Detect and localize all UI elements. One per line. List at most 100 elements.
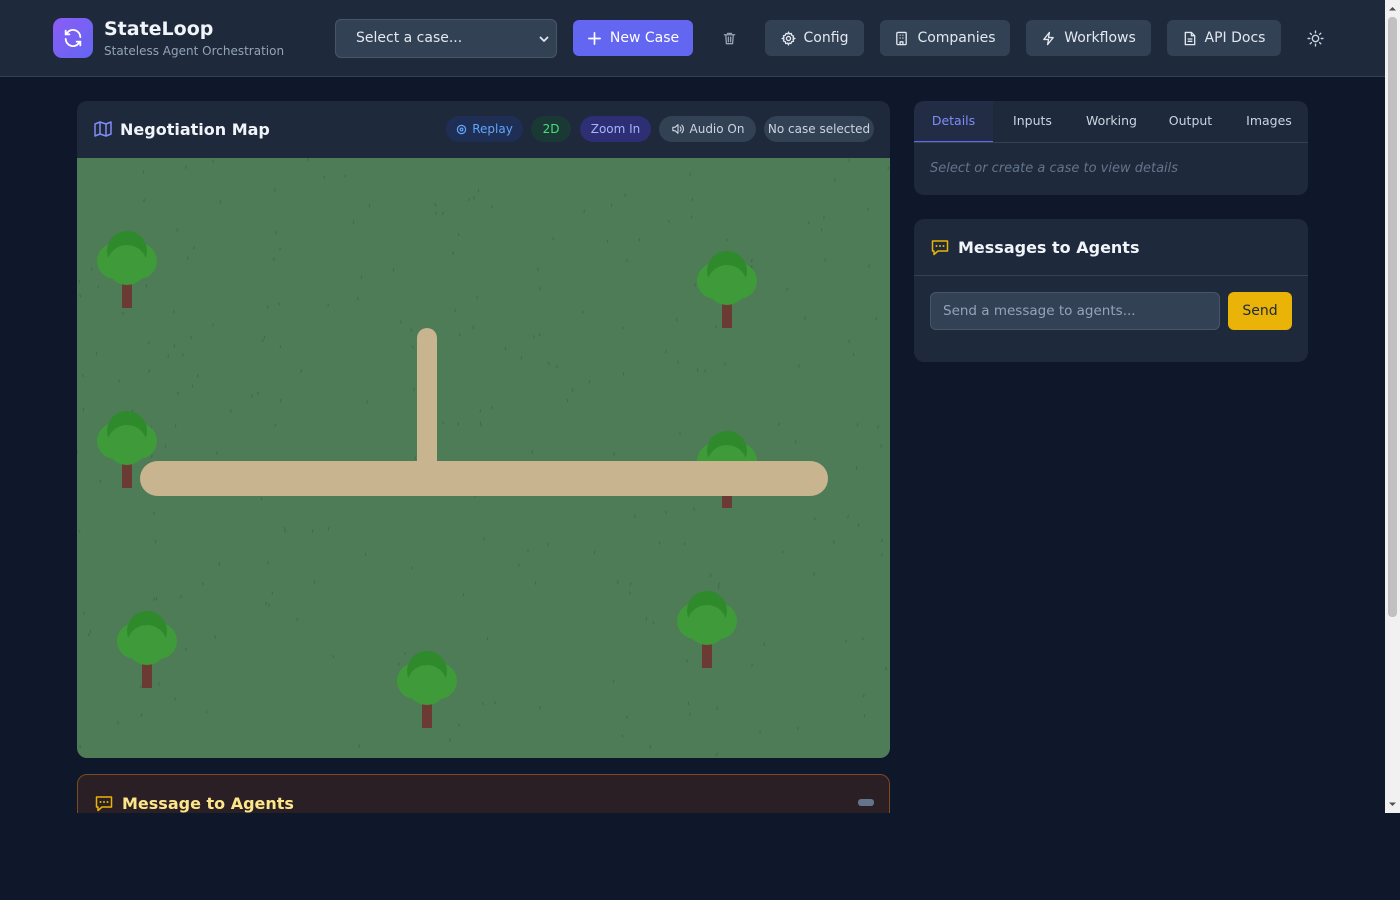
grass-tuft bbox=[179, 594, 182, 599]
grass-tuft bbox=[881, 553, 883, 557]
grass-tuft bbox=[479, 421, 482, 425]
scrollbar-thumb[interactable] bbox=[1388, 17, 1397, 617]
replay-button[interactable]: Replay bbox=[446, 116, 523, 142]
grass-tuft bbox=[571, 388, 574, 392]
tab-details[interactable]: Details bbox=[914, 101, 993, 143]
path-horizontal bbox=[140, 461, 828, 496]
grass-tuft bbox=[833, 178, 836, 182]
grass-tuft bbox=[117, 721, 120, 725]
grass-tuft bbox=[140, 713, 143, 717]
details-empty-state: Select or create a case to view details bbox=[930, 161, 1179, 176]
grass-tuft bbox=[435, 211, 438, 215]
grass-tuft bbox=[143, 198, 145, 203]
grass-tuft bbox=[751, 663, 753, 668]
collapse-toggle[interactable] bbox=[858, 799, 874, 806]
audio-toggle[interactable]: Audio On bbox=[659, 116, 756, 142]
send-button[interactable]: Send bbox=[1228, 292, 1292, 330]
plus-icon bbox=[587, 31, 601, 45]
grass-tuft bbox=[538, 333, 541, 337]
companies-label: Companies bbox=[917, 30, 996, 46]
grass-tuft bbox=[624, 193, 627, 198]
zoom-in-button[interactable]: Zoom In bbox=[580, 116, 651, 142]
grass-tuft bbox=[472, 325, 475, 329]
page-scrollbar[interactable] bbox=[1385, 0, 1400, 813]
message-to-agents-panel: Message to Agents bbox=[77, 774, 890, 813]
tab-output[interactable]: Output bbox=[1151, 101, 1230, 143]
grass-tuft bbox=[616, 580, 619, 584]
theme-toggle-button[interactable] bbox=[1305, 28, 1325, 48]
grass-tuft bbox=[675, 317, 678, 322]
grass-tuft bbox=[279, 344, 282, 349]
negotiation-map-card: Negotiation Map Replay 2D Zoom In Audio … bbox=[77, 101, 890, 758]
scroll-down-icon[interactable] bbox=[1388, 800, 1397, 809]
view-mode-toggle[interactable]: 2D bbox=[531, 116, 571, 142]
target-icon bbox=[456, 124, 467, 134]
message-panel-title: Message to Agents bbox=[122, 794, 294, 813]
grass-tuft bbox=[621, 734, 624, 738]
case-select[interactable]: Select a case... bbox=[335, 19, 557, 58]
grass-tuft bbox=[504, 346, 507, 351]
grass-tuft bbox=[87, 632, 90, 637]
grass-tuft bbox=[848, 340, 851, 344]
grass-tuft bbox=[358, 744, 361, 748]
map-canvas[interactable] bbox=[77, 157, 890, 758]
grass-tuft bbox=[153, 597, 155, 601]
tab-working[interactable]: Working bbox=[1072, 101, 1151, 143]
grass-tuft bbox=[710, 573, 712, 577]
messages-title: Messages to Agents bbox=[958, 238, 1140, 257]
messages-to-agents-card: Messages to Agents Send bbox=[914, 219, 1308, 362]
grass-tuft bbox=[863, 713, 866, 718]
workflows-label: Workflows bbox=[1064, 30, 1136, 46]
grass-tuft bbox=[606, 239, 609, 243]
grass-tuft bbox=[613, 452, 615, 456]
grass-tuft bbox=[79, 294, 82, 298]
api-docs-button[interactable]: API Docs bbox=[1167, 20, 1281, 56]
tree bbox=[697, 251, 757, 328]
grass-tuft bbox=[212, 159, 215, 163]
trash-icon bbox=[723, 32, 735, 44]
workflows-button[interactable]: Workflows bbox=[1026, 20, 1151, 56]
grass-tuft bbox=[454, 308, 457, 312]
grass-tuft bbox=[633, 514, 636, 519]
grass-tuft bbox=[566, 398, 569, 403]
grass-tuft bbox=[847, 515, 849, 519]
grass-tuft bbox=[284, 529, 287, 533]
grass-tuft bbox=[457, 232, 460, 237]
companies-button[interactable]: Companies bbox=[880, 20, 1010, 56]
message-input[interactable] bbox=[930, 292, 1220, 330]
case-status-label: No case selected bbox=[767, 122, 871, 136]
new-case-button[interactable]: New Case bbox=[573, 20, 693, 56]
grass-tuft bbox=[434, 203, 437, 207]
speaker-icon bbox=[671, 124, 684, 134]
api-docs-label: API Docs bbox=[1204, 30, 1266, 46]
grass-tuft bbox=[693, 507, 695, 511]
grass-tuft bbox=[786, 287, 789, 292]
scroll-up-icon[interactable] bbox=[1388, 4, 1397, 13]
sun-icon bbox=[1306, 29, 1324, 47]
grass-tuft bbox=[531, 450, 534, 454]
grass-tuft bbox=[278, 302, 281, 306]
grass-tuft bbox=[664, 349, 667, 354]
path-vertical bbox=[417, 328, 437, 478]
delete-case-button[interactable] bbox=[719, 28, 739, 48]
tabs-divider bbox=[914, 142, 1308, 143]
grass-tuft bbox=[148, 369, 151, 373]
config-button[interactable]: Config bbox=[765, 20, 864, 56]
tab-images[interactable]: Images bbox=[1230, 101, 1308, 143]
grass-tuft bbox=[867, 207, 869, 211]
grass-tuft bbox=[763, 642, 766, 647]
grass-tuft bbox=[219, 200, 222, 204]
tree bbox=[117, 611, 177, 688]
grass-tuft bbox=[547, 361, 550, 366]
grass-tuft bbox=[491, 406, 493, 410]
map-title: Negotiation Map bbox=[120, 120, 270, 139]
grass-tuft bbox=[268, 603, 270, 607]
grass-tuft bbox=[823, 215, 825, 220]
grass-tuft bbox=[868, 264, 870, 268]
tab-inputs[interactable]: Inputs bbox=[993, 101, 1072, 143]
chat-icon bbox=[95, 796, 113, 812]
grass-tuft bbox=[483, 537, 486, 541]
app-logo bbox=[53, 18, 93, 58]
grass-tuft bbox=[824, 258, 826, 262]
document-icon bbox=[1184, 31, 1195, 45]
